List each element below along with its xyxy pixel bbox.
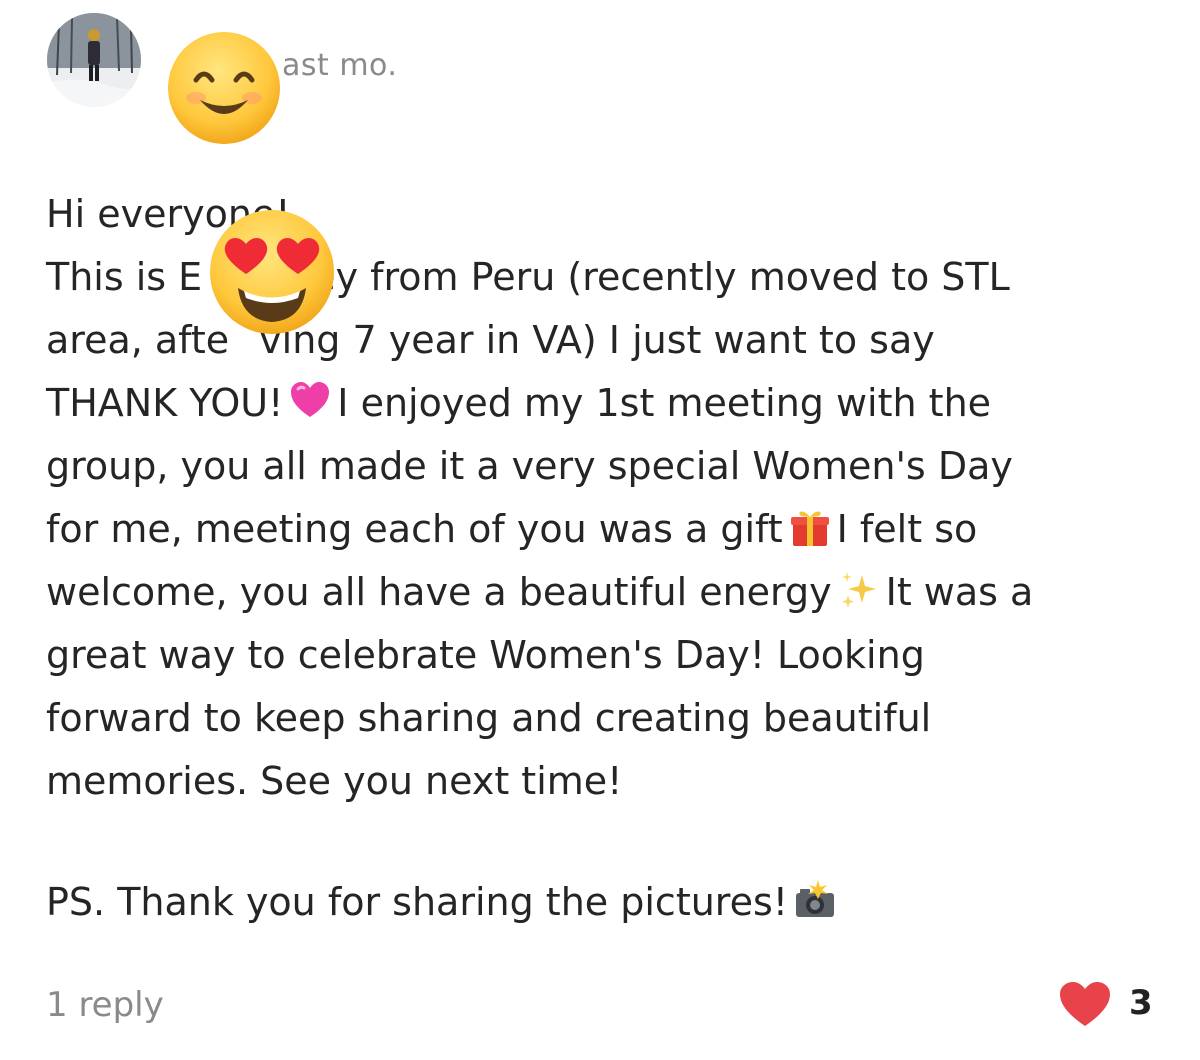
post-line: great way to celebrate Women's Day! Look…: [46, 633, 925, 677]
avatar[interactable]: [47, 13, 141, 107]
camera-flash-icon: [796, 880, 835, 917]
post-line: forward to keep sharing and creating bea…: [46, 696, 932, 740]
post-line: THANK YOU! I enjoyed my 1st meeting with …: [46, 381, 992, 425]
like-heart-icon[interactable]: [1058, 980, 1112, 1028]
post-timestamp: ast mo.: [282, 48, 398, 83]
post-line: for me, meeting each of you was a gift I …: [46, 507, 978, 551]
post-line: group, you all made it a very special Wo…: [46, 444, 1013, 488]
heart-eyes-icon[interactable]: [208, 208, 336, 336]
gift-icon: [790, 511, 829, 546]
post-line: memories. See you next time!: [46, 759, 623, 803]
post-line: PS. Thank you for sharing the pictures!: [46, 871, 1186, 934]
smiling-face-icon[interactable]: [166, 30, 282, 146]
pink-heart-icon: [291, 382, 330, 417]
post-line: welcome, you all have a beautiful energy…: [46, 570, 1034, 614]
like-count: 3: [1129, 983, 1153, 1023]
replies-link[interactable]: 1 reply: [46, 985, 164, 1025]
sparkles-icon: [841, 572, 876, 608]
